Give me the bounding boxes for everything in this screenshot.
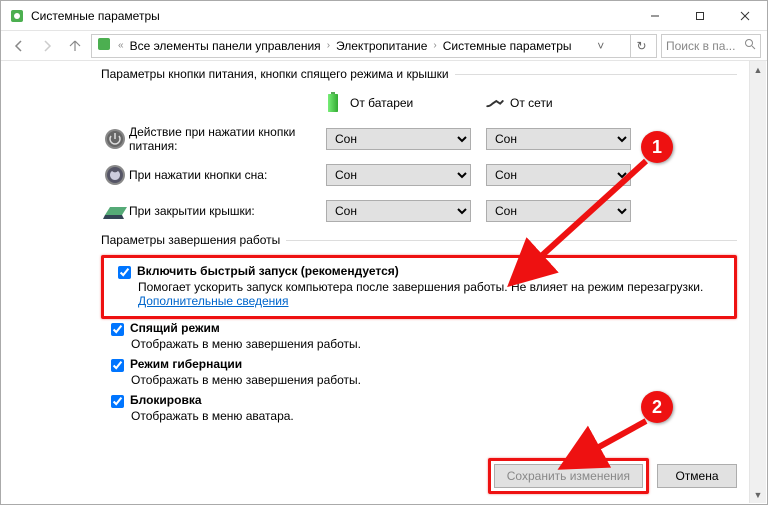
refresh-button[interactable]: ↻ <box>630 35 652 57</box>
window-title: Системные параметры <box>31 9 160 23</box>
save-button[interactable]: Сохранить изменения <box>494 464 643 488</box>
callout-2: 2 <box>641 391 673 423</box>
fastboot-checkbox[interactable] <box>118 266 131 279</box>
row-sleep-button: При нажатии кнопки сна: Сон Сон <box>101 161 737 189</box>
row-lid: При закрытии крышки: Сон Сон <box>101 197 737 225</box>
hibernate-checkbox[interactable] <box>111 359 124 372</box>
col-ac: От сети <box>486 89 646 117</box>
search-icon <box>744 38 756 53</box>
plug-icon <box>486 89 504 117</box>
row-sleep-label: При нажатии кнопки сна: <box>129 168 326 182</box>
dropdown-chevron-icon[interactable]: ˅ <box>590 35 612 57</box>
search-input[interactable]: Поиск в па... <box>661 34 761 58</box>
row-lid-label: При закрытии крышки: <box>129 204 326 218</box>
fastboot-desc: Помогает ускорить запуск компьютера посл… <box>138 280 730 308</box>
chevron-left-icon: « <box>116 40 126 51</box>
sleep-opt-label: Спящий режим <box>130 321 220 335</box>
scroll-up-icon[interactable]: ▲ <box>750 61 766 78</box>
callout-1: 1 <box>641 131 673 163</box>
maximize-button[interactable] <box>677 1 722 30</box>
lock-checkbox[interactable] <box>111 395 124 408</box>
annotation-box-2: Сохранить изменения <box>488 458 649 494</box>
row-power-label: Действие при нажатии кнопки питания: <box>129 125 326 153</box>
power-ac-combo[interactable]: Сон <box>486 128 631 150</box>
group-header-shutdown: Параметры завершения работы <box>101 233 737 247</box>
scroll-down-icon[interactable]: ▼ <box>750 486 766 503</box>
lid-battery-combo[interactable]: Сон <box>326 200 471 222</box>
column-headers: От батареи От сети <box>101 89 737 117</box>
sleep-opt-desc: Отображать в меню завершения работы. <box>131 337 737 351</box>
hibernate-label: Режим гибернации <box>130 357 242 371</box>
content-area: Параметры кнопки питания, кнопки спящего… <box>1 61 747 504</box>
col-battery: От батареи <box>326 89 486 117</box>
crumb-all[interactable]: Все элементы панели управления <box>130 39 321 53</box>
chevron-right-icon: › <box>325 40 332 51</box>
button-row: Сохранить изменения Отмена <box>488 458 737 494</box>
sleep-ac-combo[interactable]: Сон <box>486 164 631 186</box>
group-header-buttons: Параметры кнопки питания, кнопки спящего… <box>101 67 737 81</box>
crumb-power[interactable]: Электропитание <box>336 39 427 53</box>
sleep-battery-combo[interactable]: Сон <box>326 164 471 186</box>
crumb-sys[interactable]: Системные параметры <box>443 39 572 53</box>
power-icon <box>101 125 129 153</box>
power-battery-combo[interactable]: Сон <box>326 128 471 150</box>
app-icon <box>9 8 25 24</box>
hibernate-desc: Отображать в меню завершения работы. <box>131 373 737 387</box>
breadcrumb[interactable]: « Все элементы панели управления › Элект… <box>91 34 657 58</box>
more-info-link[interactable]: Дополнительные сведения <box>138 294 288 308</box>
fastboot-label: Включить быстрый запуск (рекомендуется) <box>137 264 399 278</box>
sleep-checkbox[interactable] <box>111 323 124 336</box>
annotation-box-1: Включить быстрый запуск (рекомендуется) … <box>101 255 737 319</box>
sleep-icon <box>101 161 129 189</box>
lid-icon <box>101 197 129 225</box>
up-button[interactable] <box>63 34 87 58</box>
minimize-button[interactable] <box>632 1 677 30</box>
titlebar: Системные параметры <box>1 1 767 31</box>
close-button[interactable] <box>722 1 767 30</box>
chevron-right-icon: › <box>431 40 438 51</box>
search-text: Поиск в па... <box>666 39 740 53</box>
window-frame: Системные параметры « Все элементы панел… <box>0 0 768 505</box>
back-button[interactable] <box>7 34 31 58</box>
cancel-button[interactable]: Отмена <box>657 464 737 488</box>
lock-label: Блокировка <box>130 393 202 407</box>
lid-ac-combo[interactable]: Сон <box>486 200 631 222</box>
address-bar: « Все элементы панели управления › Элект… <box>1 31 767 61</box>
battery-icon <box>326 89 344 117</box>
forward-button[interactable] <box>35 34 59 58</box>
control-panel-icon <box>96 36 112 55</box>
vertical-scrollbar[interactable]: ▲ ▼ <box>749 61 766 503</box>
